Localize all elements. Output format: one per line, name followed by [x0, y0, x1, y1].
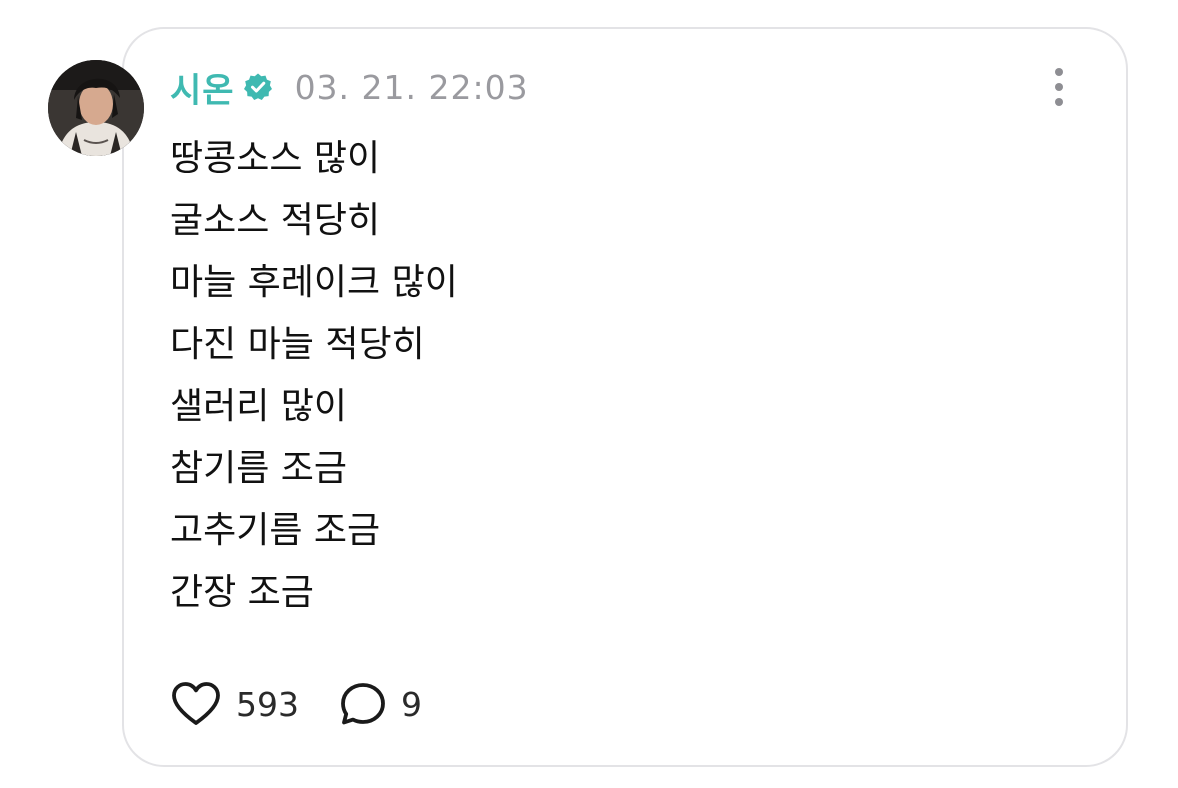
- post-text-line: 샐러리 많이: [170, 386, 348, 427]
- post-text-line: 다진 마늘 적당히: [170, 324, 425, 365]
- verified-badge-icon: [243, 72, 273, 102]
- post-text-line: 땅콩소스 많이: [170, 138, 381, 179]
- reply-count: 9: [401, 684, 422, 724]
- post-text-line: 마늘 후레이크 많이: [170, 262, 458, 303]
- more-vertical-icon[interactable]: [1042, 64, 1076, 110]
- post-body: 땅콩소스 많이 굴소스 적당히 마늘 후레이크 많이 다진 마늘 적당히 샐러리…: [170, 128, 458, 624]
- profile-photo: [48, 60, 144, 156]
- post-text-line: 굴소스 적당히: [170, 200, 381, 241]
- like-count: 593: [236, 684, 299, 724]
- post-header: 시온 03. 21. 22:03: [170, 63, 529, 112]
- heart-icon: [170, 681, 222, 727]
- reply-button[interactable]: 9: [339, 681, 422, 727]
- post-timestamp[interactable]: 03. 21. 22:03: [295, 68, 529, 107]
- more-dot: [1055, 98, 1063, 106]
- post-text-line: 간장 조금: [170, 572, 314, 613]
- speech-bubble-icon: [339, 681, 387, 727]
- like-button[interactable]: 593: [170, 681, 299, 727]
- username[interactable]: 시온: [170, 63, 235, 112]
- post-actions: 593 9: [170, 678, 422, 730]
- post-text-line: 고추기름 조금: [170, 510, 381, 551]
- more-dot: [1055, 68, 1063, 76]
- post-text-line: 참기름 조금: [170, 448, 348, 489]
- more-dot: [1055, 83, 1063, 91]
- avatar[interactable]: [48, 60, 144, 156]
